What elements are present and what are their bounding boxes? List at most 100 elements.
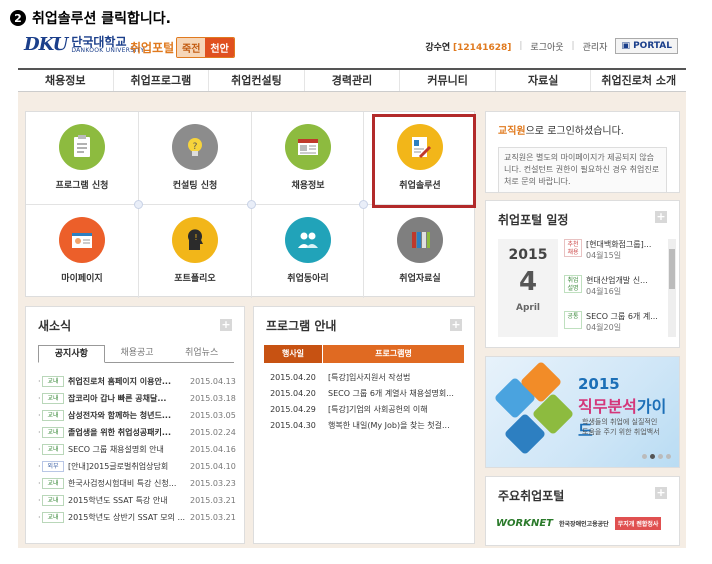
- menu-label: 채용정보: [291, 181, 325, 191]
- nav-library[interactable]: 자료실: [496, 70, 592, 91]
- programs-panel: 프로그램 안내 + 행사일 프로그램명 2015.04.20 [특강]입사지원서 …: [253, 306, 475, 544]
- quick-menu-grid: 프로그램 신청 ? 컨설팅 신청 채용정보 취업솔루션 마이페이지 ! 포트폴리…: [25, 111, 476, 298]
- lightbulb-icon: ?: [172, 124, 218, 170]
- list-item[interactable]: · 외부 [안내]2015글로벌취업상담회 2015.04.10: [38, 458, 238, 475]
- id-card-icon: [59, 217, 105, 263]
- menu-label: 프로그램 신청: [55, 181, 109, 191]
- logout-link[interactable]: 로그아웃: [530, 40, 563, 53]
- user-id: [12141628]: [453, 42, 512, 53]
- nav-consulting[interactable]: 취업컨설팅: [209, 70, 305, 91]
- menu-consulting-apply[interactable]: ? 컨설팅 신청: [139, 112, 251, 204]
- list-item[interactable]: · 교내 2015학년도 SSAT 특강 안내 2015.03.21: [38, 492, 238, 509]
- schedule-month: 4: [518, 267, 538, 297]
- svg-text:!: !: [194, 233, 197, 242]
- nav-community[interactable]: 커뮤니티: [400, 70, 496, 91]
- schedule-tag: 추천채용: [564, 239, 582, 257]
- col-program-name: 프로그램명: [323, 345, 464, 363]
- campus-cheonan-button[interactable]: 천안: [205, 38, 234, 57]
- menu-label: 취업자료실: [399, 274, 441, 284]
- schedule-tag: 취업설명: [564, 275, 582, 293]
- nav-about[interactable]: 취업진로처 소개: [591, 70, 686, 91]
- university-logo[interactable]: DKU 단국대학교 DANKOOK UNIVERSITY: [24, 34, 144, 55]
- list-item[interactable]: · 교내 2015학년도 상반기 SSAT 모의 ... 2015.03.21: [38, 509, 238, 526]
- news-title: 새소식: [38, 319, 72, 333]
- programs-table-header: 행사일 프로그램명: [264, 345, 464, 363]
- banner-pager: [642, 454, 671, 459]
- content-area: 프로그램 신청 ? 컨설팅 신청 채용정보 취업솔루션 마이페이지 ! 포트폴리…: [18, 92, 686, 548]
- user-role: 교직원: [498, 126, 526, 137]
- table-row[interactable]: 2015.04.29 [특강]기업의 사회공헌의 이해: [264, 401, 464, 417]
- list-item[interactable]: · 교내 취업진로처 홈페이지 이용안... 2015.04.13: [38, 373, 238, 390]
- user-name: 강수연: [425, 42, 451, 53]
- menu-label: 포트폴리오: [174, 274, 216, 284]
- programs-title: 프로그램 안내: [266, 319, 337, 333]
- step-number: 2: [10, 10, 26, 26]
- list-item[interactable]: · 교내 삼성전자와 함께하는 청년드... 2015.03.05: [38, 407, 238, 424]
- menu-label: 컨설팅 신청: [172, 181, 218, 191]
- menu-resources[interactable]: 취업자료실: [364, 205, 476, 297]
- nav-career[interactable]: 경력관리: [305, 70, 401, 91]
- table-row[interactable]: 2015.04.30 행복한 내일(My Job)을 찾는 첫걸...: [264, 417, 464, 433]
- header: DKU 단국대학교 DANKOOK UNIVERSITY 취업포털 죽전 천안 …: [18, 28, 686, 68]
- schedule-date-box: 2015 4 April: [498, 239, 558, 337]
- job-sites-panel: 주요취업포털 + WORKNET 한국장애인고용공단 무지개 렌합정사: [485, 476, 680, 546]
- campus-switch: 죽전 천안: [176, 37, 235, 58]
- login-notice: 교직원은 별도의 마이페이지가 제공되지 않습니다. 컨설턴트 권한이 필요하신…: [498, 147, 667, 193]
- programs-more-icon[interactable]: +: [450, 319, 462, 331]
- login-message: 으로 로그인하셨습니다.: [525, 126, 624, 137]
- news-tabs: 공지사항 채용공고 취업뉴스: [38, 345, 234, 363]
- schedule-title: 취업포털 일정: [498, 213, 569, 227]
- news-more-icon[interactable]: +: [220, 319, 232, 331]
- sites-title: 주요취업포털: [498, 489, 565, 503]
- admin-link[interactable]: 관리자: [583, 40, 608, 53]
- worknet-logo[interactable]: WORKNET: [496, 518, 553, 529]
- schedule-item[interactable]: 취업설명 현대산업개발 신... 04월16일: [564, 275, 664, 311]
- menu-label: 취업동아리: [287, 274, 329, 284]
- menu-job-info[interactable]: 채용정보: [252, 112, 364, 204]
- step-caption: 2 취업솔루션 클릭합니다.: [10, 8, 171, 28]
- job-analysis-banner[interactable]: 2015 직무분석가이드 학생들의 취업에 실질적인 도움을 주기 위한 취업백서: [485, 356, 680, 468]
- list-item[interactable]: · 교내 한국사검정시험대비 특강 신청... 2015.03.23: [38, 475, 238, 492]
- nav-jobs[interactable]: 채용정보: [18, 70, 114, 91]
- main-nav: 채용정보 취업프로그램 취업컨설팅 경력관리 커뮤니티 자료실 취업진로처 소개: [18, 68, 686, 92]
- list-item[interactable]: · 교내 졸업생을 위한 취업성공패키... 2015.02.24: [38, 424, 238, 441]
- programs-list: 2015.04.20 [특강]입사지원서 작성법 2015.04.20 SECO 그…: [264, 369, 464, 433]
- newspaper-icon: [285, 124, 331, 170]
- tab-job-news[interactable]: 취업뉴스: [169, 345, 234, 362]
- portal-button[interactable]: ▣ PORTAL: [615, 38, 678, 54]
- user-area: 강수연 [12141628] | 로그아웃 | 관리자 ▣ PORTAL: [425, 38, 678, 54]
- sites-more-icon[interactable]: +: [655, 487, 667, 499]
- menu-portfolio[interactable]: ! 포트폴리오: [139, 205, 251, 297]
- clipboard-icon: [59, 124, 105, 170]
- schedule-panel: 취업포털 일정 + 2015 4 April 추천채용 [현대백화점그룹]...…: [485, 200, 680, 348]
- list-item[interactable]: · 교내 SECO 그룹 채용설명회 안내 2015.04.16: [38, 441, 238, 458]
- rainbow-logo[interactable]: 무지개 렌합정사: [614, 517, 662, 530]
- schedule-item[interactable]: 추천채용 [현대백화점그룹]... 04월15일: [564, 239, 664, 275]
- table-row[interactable]: 2015.04.20 SECO 그룹 6개 계열사 채용설명회...: [264, 385, 464, 401]
- svg-text:?: ?: [193, 142, 198, 152]
- list-item[interactable]: · 교내 잡코리아 갑나 빠른 공채달... 2015.03.18: [38, 390, 238, 407]
- kead-logo[interactable]: 한국장애인고용공단: [559, 519, 609, 528]
- step-text: 취업솔루션 클릭합니다.: [32, 11, 171, 27]
- campus-jukjeon-button[interactable]: 죽전: [177, 38, 206, 57]
- schedule-item[interactable]: 공통 SECO 그룹 6개 계... 04월20일: [564, 311, 664, 337]
- menu-club[interactable]: 취업동아리: [252, 205, 364, 297]
- schedule-tag: 공통: [564, 311, 582, 329]
- logo-mark: DKU: [24, 34, 68, 55]
- nav-programs[interactable]: 취업프로그램: [114, 70, 210, 91]
- people-icon: [285, 217, 331, 263]
- books-icon: [397, 217, 443, 263]
- schedule-year: 2015: [508, 247, 548, 263]
- schedule-more-icon[interactable]: +: [655, 211, 667, 223]
- banner-year: 2015: [578, 375, 620, 393]
- menu-mypage[interactable]: 마이페이지: [26, 205, 138, 297]
- tab-job-posting[interactable]: 채용공고: [105, 345, 170, 362]
- schedule-scrollbar[interactable]: [668, 239, 676, 337]
- menu-program-apply[interactable]: 프로그램 신청: [26, 112, 138, 204]
- tab-notice[interactable]: 공지사항: [38, 345, 105, 363]
- portal-title[interactable]: 취업포털: [130, 39, 174, 56]
- highlight-box: [372, 114, 476, 208]
- col-event-date: 행사일: [264, 345, 322, 363]
- menu-label: 마이페이지: [61, 274, 103, 284]
- table-row[interactable]: 2015.04.20 [특강]입사지원서 작성법: [264, 369, 464, 385]
